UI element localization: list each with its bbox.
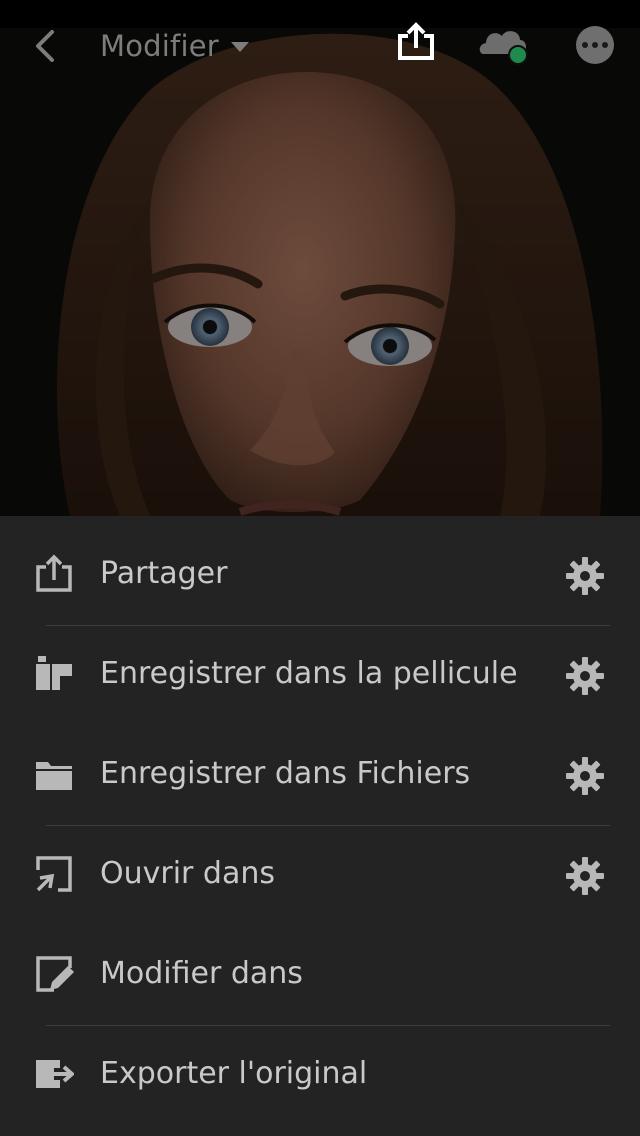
page-title: Modifier <box>100 29 219 63</box>
sync-status-dot <box>508 45 528 65</box>
menu-item-label: Enregistrer dans Fichiers <box>100 756 471 791</box>
export-original-icon <box>34 1054 76 1094</box>
share-icon <box>34 554 74 594</box>
menu-item-label: Exporter l'original <box>100 1056 368 1091</box>
cloud-sync-button[interactable] <box>478 24 534 66</box>
gear-icon[interactable] <box>565 856 605 896</box>
menu-item-edit-in[interactable]: Modifier dans <box>0 916 640 1016</box>
cloud-sync-icon <box>479 31 528 65</box>
menu-item-partager[interactable]: Partager <box>0 516 640 616</box>
more-dot <box>582 42 588 48</box>
menu-item-label: Modifier dans <box>100 956 303 991</box>
top-toolbar: Modifier <box>0 18 640 74</box>
chevron-left-icon <box>36 30 54 62</box>
menu-item-files[interactable]: Enregistrer dans Fichiers <box>0 716 640 816</box>
caret-down-icon <box>230 42 249 52</box>
more-button[interactable] <box>576 26 614 64</box>
back-button[interactable] <box>24 24 68 68</box>
menu-item-label: Ouvrir dans <box>100 856 275 891</box>
camera-roll-icon <box>34 654 74 694</box>
gear-icon[interactable] <box>565 556 605 596</box>
menu-item-label: Partager <box>100 556 228 591</box>
gear-icon[interactable] <box>565 656 605 696</box>
more-dot <box>592 42 598 48</box>
menu-item-export-original[interactable]: Exporter l'original <box>0 1016 640 1116</box>
gear-icon[interactable] <box>565 756 605 796</box>
share-icon <box>398 22 434 60</box>
open-in-icon <box>34 854 74 894</box>
more-dot <box>602 42 608 48</box>
menu-item-label: Enregistrer dans la pellicule <box>100 656 518 691</box>
app-screen: Modifier Partager Enregistrer dans la pe… <box>0 0 640 1136</box>
menu-item-open-in[interactable]: Ouvrir dans <box>0 816 640 916</box>
menu-item-camera-roll[interactable]: Enregistrer dans la pellicule <box>0 616 640 716</box>
photo-dim-overlay <box>0 0 640 516</box>
share-button[interactable] <box>396 22 436 62</box>
edit-in-icon <box>34 954 74 994</box>
mode-selector[interactable]: Modifier <box>100 26 249 66</box>
photo-preview <box>0 0 640 516</box>
folder-icon <box>34 754 74 794</box>
share-sheet: Partager Enregistrer dans la pellicule E… <box>0 516 640 1136</box>
